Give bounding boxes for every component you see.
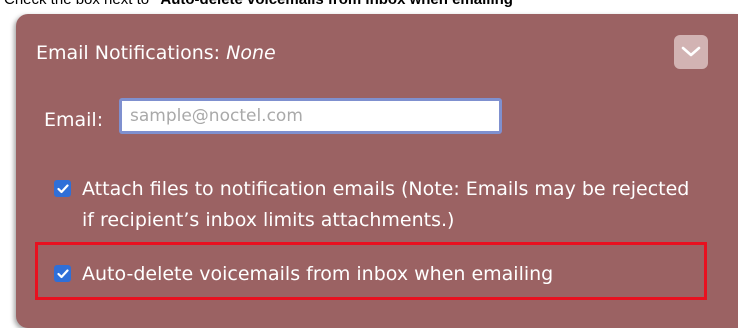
auto-delete-label: Auto-delete voicemails from inbox when e…	[82, 263, 554, 285]
attach-files-option: Attach files to notification emails (Not…	[54, 174, 694, 236]
auto-delete-option: Auto-delete voicemails from inbox when e…	[54, 259, 694, 290]
instruction-target: "Auto-delete voicemails from inbox when …	[153, 0, 520, 8]
attach-files-label: Attach files to notification emails (Not…	[82, 178, 690, 231]
panel-header: Email Notifications: None	[36, 42, 276, 64]
notifications-value: None	[226, 42, 276, 64]
checkmark-icon	[56, 268, 69, 278]
email-input[interactable]	[119, 98, 502, 134]
email-notifications-panel: Email Notifications: None Email: Attach …	[16, 14, 738, 328]
email-label: Email:	[44, 109, 104, 131]
notifications-title: Email Notifications:	[36, 42, 227, 64]
task-instruction: Check the box next to "Auto-delete voice…	[4, 0, 520, 9]
instruction-prefix: Check the box next to	[4, 0, 153, 8]
auto-delete-checkbox[interactable]	[54, 265, 71, 282]
attach-files-checkbox[interactable]	[54, 180, 71, 197]
collapse-button[interactable]	[674, 35, 708, 69]
chevron-down-icon	[681, 46, 701, 57]
checkmark-icon	[56, 183, 69, 193]
